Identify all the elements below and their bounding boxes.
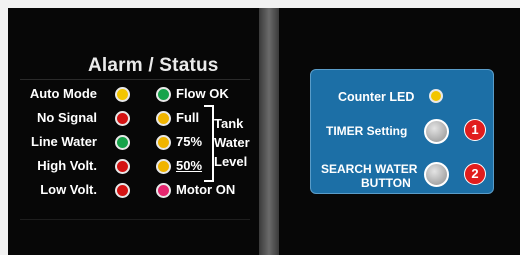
water-label: Water [214,135,250,150]
timer-setting-button[interactable] [424,119,449,144]
tank-75-label: 75% [176,134,203,149]
flow-ok-led [156,87,171,102]
tank-50-label: 50% [176,158,203,173]
motor-on-led [156,183,171,198]
tank-50-led [156,159,171,174]
tank-full-label: Full [176,110,200,125]
tank-full-led [156,111,171,126]
counter-led [429,89,443,103]
search-badge: 2 [464,163,486,185]
auto-mode-led [115,87,130,102]
high-volt-led [115,159,130,174]
alarm-bottom-rule [20,219,250,220]
line-water-label: Line Water [31,134,97,149]
low-volt-label: Low Volt. [40,182,97,197]
search-button-label: BUTTON [361,176,411,190]
panel-divider [259,8,279,255]
high-volt-label: High Volt. [37,158,97,173]
no-signal-led [115,111,130,126]
auto-mode-label: Auto Mode [29,86,97,101]
alarm-status-title: Alarm / Status [88,55,219,76]
flow-ok-label: Flow OK [176,86,229,101]
no-signal-label: No Signal [37,110,97,125]
motor-on-label: Motor ON [176,182,236,197]
tank-75-led [156,135,171,150]
level-label: Level [214,154,248,169]
search-water-button[interactable] [424,162,449,187]
search-water-label: SEARCH WATER [321,162,418,176]
timer-badge: 1 [464,119,486,141]
counter-led-label: Counter LED [338,90,415,104]
low-volt-led [115,183,130,198]
tank-level-bracket [204,105,214,182]
tank-label: Tank [214,116,244,131]
timer-setting-label: TIMER Setting [326,124,408,138]
alarm-title-rule [20,79,250,80]
line-water-led [115,135,130,150]
